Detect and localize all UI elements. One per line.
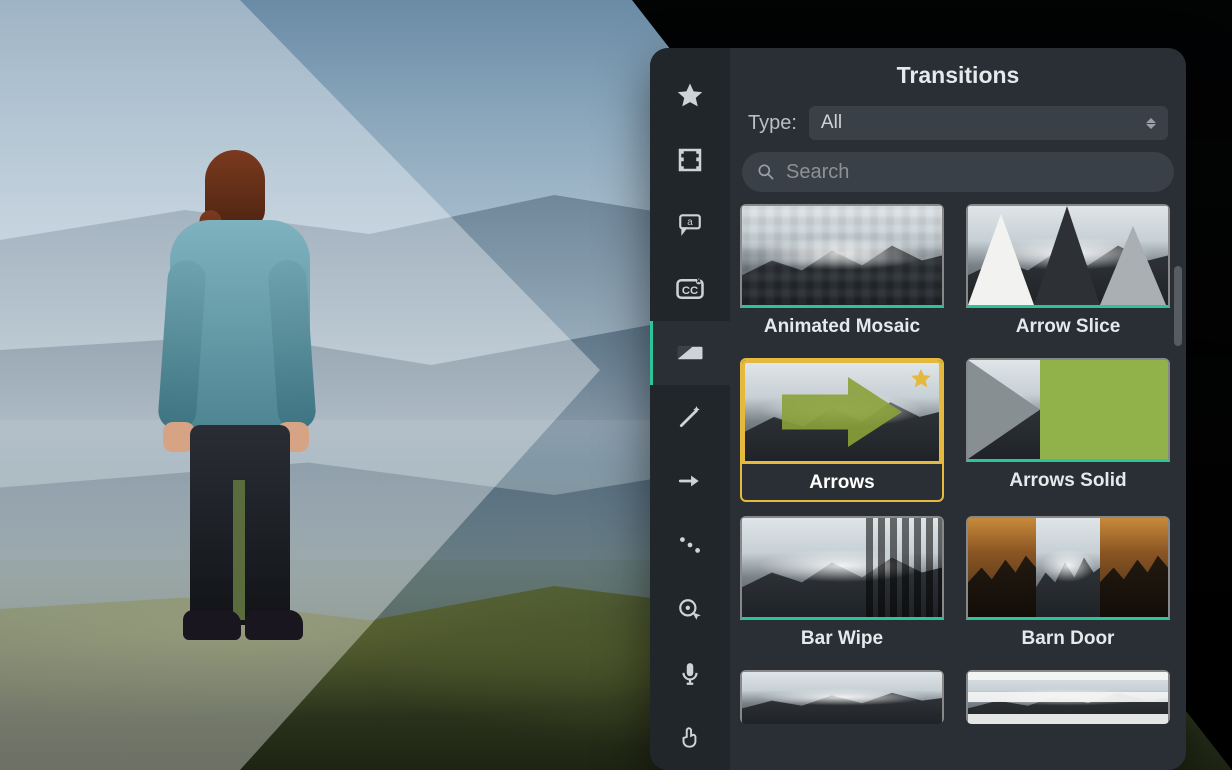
tool-behaviors[interactable]	[650, 385, 730, 449]
search-row	[730, 152, 1186, 204]
transition-thumb	[740, 670, 944, 724]
tool-animations[interactable]	[650, 449, 730, 513]
transition-thumb	[966, 670, 1170, 724]
transition-tile-animated-mosaic[interactable]: Animated Mosaic	[740, 204, 944, 344]
tool-media[interactable]	[650, 128, 730, 192]
transition-thumb	[966, 516, 1170, 620]
transitions-panel: a CC Transitions Type:	[650, 48, 1186, 770]
transition-tile-peek[interactable]	[966, 670, 1170, 724]
type-filter-row: Type: All	[730, 102, 1186, 152]
cc-icon: CC	[675, 274, 705, 304]
transition-label: Bar Wipe	[740, 620, 944, 656]
transition-label: Animated Mosaic	[740, 308, 944, 344]
transition-label: Barn Door	[966, 620, 1170, 656]
stepper-icon	[1146, 118, 1156, 129]
transition-tile-barn-door[interactable]: Barn Door	[966, 516, 1170, 656]
filmstrip-icon	[675, 145, 705, 175]
callout-icon: a	[677, 211, 703, 237]
person-figure	[145, 150, 325, 645]
transition-thumb	[742, 360, 942, 464]
search-icon	[756, 162, 776, 182]
transitions-grid: Animated Mosaic Arrow Slice Arr	[730, 204, 1186, 742]
transition-thumb	[740, 516, 944, 620]
search-box[interactable]	[742, 152, 1174, 192]
transition-tile-arrow-slice[interactable]: Arrow Slice	[966, 204, 1170, 344]
microphone-icon	[677, 661, 703, 687]
transition-thumb	[966, 204, 1170, 308]
search-input[interactable]	[786, 161, 1160, 184]
tool-sidebar: a CC	[650, 48, 730, 770]
tool-annotations[interactable]: a	[650, 192, 730, 256]
cursor-fx-icon	[677, 597, 703, 623]
favorite-star-icon	[909, 367, 933, 391]
svg-text:CC: CC	[682, 285, 698, 297]
tool-audio-fx[interactable]	[650, 513, 730, 577]
motion-arrow-icon	[677, 468, 703, 494]
tool-captions[interactable]: CC	[650, 257, 730, 321]
tool-transitions[interactable]	[650, 321, 730, 385]
type-select-value: All	[821, 112, 842, 134]
svg-text:a: a	[687, 218, 693, 229]
transition-thumb	[740, 204, 944, 308]
panel-content: Transitions Type: All Animated Mosaic	[730, 48, 1186, 770]
scrollbar-thumb[interactable]	[1174, 266, 1182, 346]
transition-thumb	[966, 358, 1170, 462]
tool-interactive[interactable]	[650, 706, 730, 770]
tool-cursor-fx[interactable]	[650, 578, 730, 642]
transition-tile-bar-wipe[interactable]: Bar Wipe	[740, 516, 944, 656]
hand-tap-icon	[677, 725, 703, 751]
transitions-grid-wrap: Animated Mosaic Arrow Slice Arr	[730, 204, 1186, 770]
type-label: Type:	[748, 112, 797, 135]
type-select[interactable]: All	[809, 106, 1168, 140]
transition-label: Arrows	[742, 464, 942, 500]
wand-icon	[677, 404, 703, 430]
transition-icon	[675, 338, 705, 368]
transition-tile-peek[interactable]	[740, 670, 944, 724]
transition-tile-arrows-solid[interactable]: Arrows Solid	[966, 358, 1170, 502]
audio-points-icon	[677, 532, 703, 558]
transition-label: Arrow Slice	[966, 308, 1170, 344]
panel-title: Transitions	[730, 48, 1186, 102]
star-icon	[675, 81, 705, 111]
transition-label: Arrows Solid	[966, 462, 1170, 498]
tool-favorites[interactable]	[650, 64, 730, 128]
tool-voice[interactable]	[650, 642, 730, 706]
transition-tile-arrows[interactable]: Arrows	[740, 358, 944, 502]
